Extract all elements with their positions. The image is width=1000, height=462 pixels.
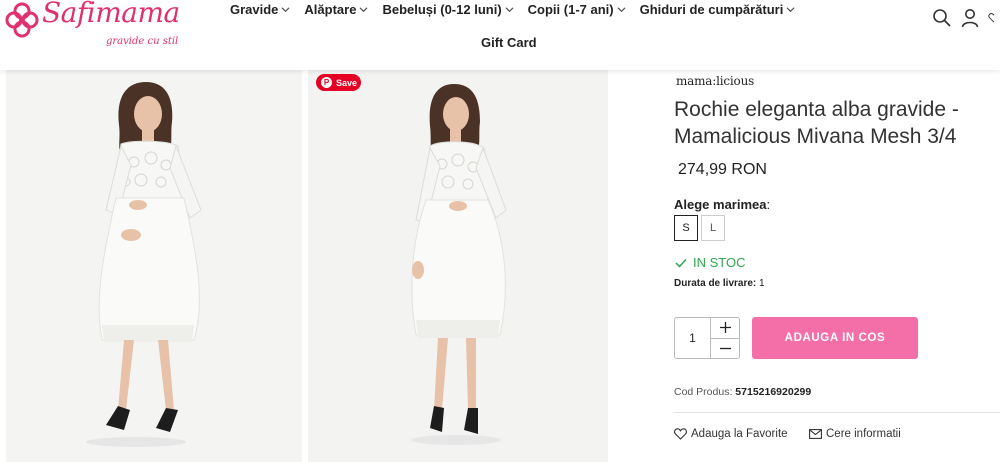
sku-value: 5715216920299 [735, 386, 812, 398]
heart-outline-icon [674, 428, 687, 440]
model-photo-image [6, 70, 302, 462]
product-gallery [0, 70, 612, 462]
divider [674, 412, 1000, 413]
product-photo-side[interactable] [308, 70, 608, 462]
size-option-l[interactable]: L [701, 215, 725, 241]
chevron-down-icon [281, 6, 290, 12]
chevron-down-icon [786, 6, 795, 12]
nav-item-copii[interactable]: Copii (1-7 ani) [528, 0, 626, 18]
nav-item-label: Ghiduri de cumpărături [639, 1, 784, 17]
add-to-favorites-link[interactable]: Adauga la Favorite [674, 428, 788, 440]
request-info-link[interactable]: Cere informatii [809, 428, 901, 440]
logo-flower-icon [5, 2, 39, 38]
main-nav: Gravide Alăptare Bebeluși (0-12 luni) Co… [230, 0, 809, 18]
pinterest-save-label: Save [336, 77, 358, 88]
nav-item-label: Bebeluși (0-12 luni) [382, 1, 502, 17]
pinterest-save-button[interactable]: P Save [316, 74, 361, 91]
favorites-label: Adauga la Favorite [691, 428, 788, 440]
quantity-buttons [711, 318, 739, 358]
nav-item-ghiduri[interactable]: Ghiduri de cumpărături [640, 0, 796, 18]
quantity-increase-button[interactable] [711, 318, 739, 339]
product-sku: Cod Produs: 5715216920299 [674, 386, 811, 398]
minus-icon [719, 347, 731, 349]
chevron-down-icon [617, 6, 626, 12]
search-icon[interactable] [932, 8, 952, 28]
pinterest-icon: P [321, 77, 332, 88]
envelope-icon [809, 429, 822, 439]
size-option-s[interactable]: S [674, 215, 698, 241]
logo-text: Safimama [42, 0, 180, 29]
stock-status: IN STOC [675, 255, 746, 270]
nav-item-alaptare[interactable]: Alăptare [304, 0, 368, 18]
model-photo-image [308, 70, 608, 462]
size-selector: S L [674, 215, 725, 241]
delivery-label: Durata de livrare: [674, 278, 757, 289]
nav-item-label: Alăptare [304, 1, 357, 17]
site-logo[interactable]: Safimama gravide cu stil [4, 0, 184, 55]
size-label: Alege marimea: [674, 197, 770, 212]
nav-item-bebelusi[interactable]: Bebeluși (0-12 luni) [382, 0, 514, 18]
nav-item-label: Copii (1-7 ani) [527, 1, 614, 17]
site-header: Safimama gravide cu stil Gravide Alăptar… [0, 0, 1000, 70]
quantity-input[interactable] [675, 318, 711, 358]
checkmark-icon [675, 258, 687, 268]
quantity-decrease-button[interactable] [711, 339, 739, 359]
plus-icon [719, 322, 731, 334]
header-icons [932, 8, 1000, 28]
heart-icon[interactable] [988, 8, 1000, 28]
info-label: Cere informatii [826, 428, 901, 440]
nav-item-label: Gravide [230, 1, 279, 17]
add-to-cart-button[interactable]: ADAUGA IN COS [752, 317, 918, 359]
delivery-info: Durata de livrare: 1 [674, 278, 765, 289]
nav-item-gravide[interactable]: Gravide [230, 0, 290, 18]
nav-item-gift-card[interactable]: Gift Card [481, 35, 537, 50]
product-price: 274,99 RON [678, 161, 767, 178]
product-photo-front[interactable] [6, 70, 302, 462]
product-title: Rochie eleganta alba gravide - Mamalicio… [674, 98, 959, 148]
chevron-down-icon [359, 6, 368, 12]
delivery-value: 1 [759, 278, 765, 289]
stock-label: IN STOC [693, 255, 746, 270]
user-icon[interactable] [960, 8, 980, 28]
quantity-stepper [674, 317, 740, 359]
chevron-down-icon [505, 6, 514, 12]
logo-tagline: gravide cu stil [106, 36, 179, 47]
size-label-colon: : [766, 197, 771, 212]
brand-logo[interactable]: mama:licious [676, 74, 754, 88]
size-label-text: Alege marimea [674, 197, 767, 212]
sku-label: Cod Produs: [674, 386, 733, 398]
